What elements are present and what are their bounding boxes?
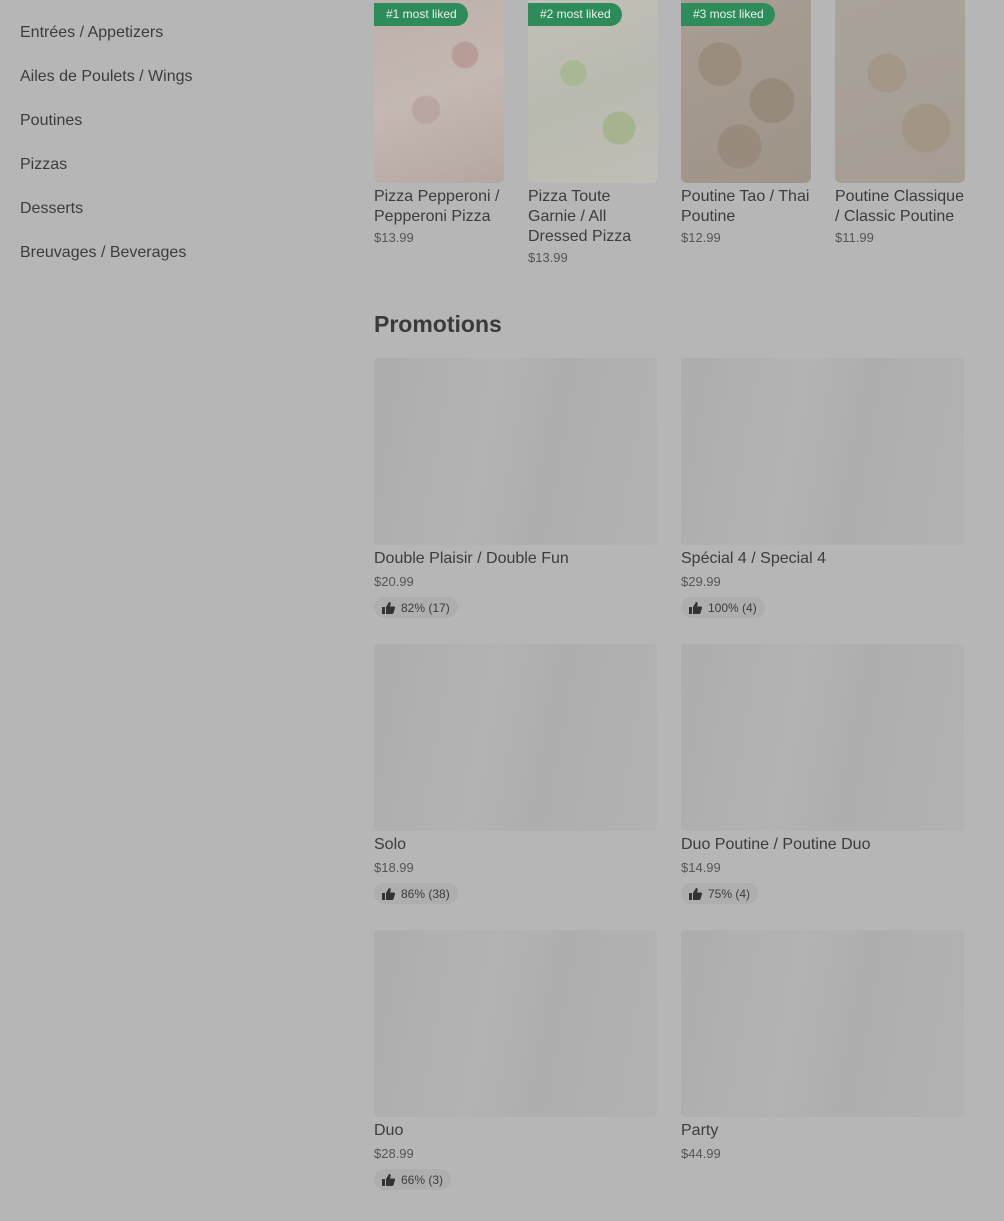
item-name: Poutine Tao / Thai Poutine <box>681 188 810 225</box>
promotions-heading: Promotions <box>374 311 502 337</box>
category-entrees[interactable]: Entrées / Appetizers <box>20 24 163 42</box>
item-price: $29.99 <box>681 574 721 589</box>
item-image: #2 most liked <box>528 0 658 183</box>
item-price: $11.99 <box>835 230 874 245</box>
rating-text: 66% (3) <box>401 1172 444 1187</box>
rating-badge: 66% (3) <box>374 1169 452 1190</box>
most-liked-badge: #1 most liked <box>374 3 468 26</box>
most-liked-item[interactable]: #3 most liked Poutine Tao / Thai Poutine… <box>681 0 811 245</box>
item-image <box>681 644 964 831</box>
item-image <box>374 358 657 545</box>
category-beverages[interactable]: Breuvages / Beverages <box>20 244 186 262</box>
item-image <box>681 930 964 1117</box>
thumbs-up-icon <box>382 1173 395 1186</box>
rating-text: 82% (17) <box>401 600 450 615</box>
item-price: $28.99 <box>374 1146 414 1161</box>
item-name: Spécial 4 / Special 4 <box>681 550 826 567</box>
item-price: $13.99 <box>528 250 568 265</box>
item-price: $18.99 <box>374 860 414 875</box>
item-image <box>681 358 964 545</box>
most-liked-item[interactable]: Poutine Classique / Classic Poutine $11.… <box>835 0 965 245</box>
rating-badge: 86% (38) <box>374 883 458 904</box>
item-price: $12.99 <box>681 230 721 245</box>
item-name: Pizza Toute Garnie / All Dressed Pizza <box>528 188 632 245</box>
item-price: $44.99 <box>681 1146 721 1161</box>
item-name: Poutine Classique / Classic Poutine <box>835 188 964 225</box>
category-pizzas[interactable]: Pizzas <box>20 156 67 174</box>
rating-badge: 100% (4) <box>681 597 765 618</box>
item-image: #1 most liked <box>374 0 504 183</box>
item-image <box>374 644 657 831</box>
category-poutines[interactable]: Poutines <box>20 112 82 130</box>
item-name: Party <box>681 1122 719 1139</box>
item-image <box>835 0 965 183</box>
thumbs-up-icon <box>689 887 702 900</box>
rating-text: 86% (38) <box>401 886 450 901</box>
item-price: $20.99 <box>374 574 414 589</box>
most-liked-item[interactable]: #2 most liked Pizza Toute Garnie / All D… <box>528 0 658 265</box>
category-desserts[interactable]: Desserts <box>20 200 83 218</box>
most-liked-badge: #3 most liked <box>681 3 775 26</box>
rating-badge: 82% (17) <box>374 597 458 618</box>
rating-text: 75% (4) <box>708 886 751 901</box>
promo-item-special-4[interactable]: Spécial 4 / Special 4 $29.99 100% (4) <box>681 358 964 619</box>
item-price: $14.99 <box>681 860 721 875</box>
promo-item-duo[interactable]: Duo $28.99 66% (3) <box>374 930 657 1191</box>
promo-item-double-fun[interactable]: Double Plaisir / Double Fun $20.99 82% (… <box>374 358 657 619</box>
item-name: Double Plaisir / Double Fun <box>374 550 569 567</box>
most-liked-item[interactable]: #1 most liked Pizza Pepperoni / Pepperon… <box>374 0 504 245</box>
item-name: Duo Poutine / Poutine Duo <box>681 836 871 853</box>
promo-item-poutine-duo[interactable]: Duo Poutine / Poutine Duo $14.99 75% (4) <box>681 644 964 905</box>
rating-text: 100% (4) <box>708 600 757 615</box>
item-image <box>374 930 657 1117</box>
thumbs-up-icon <box>382 601 395 614</box>
thumbs-up-icon <box>689 601 702 614</box>
promo-item-solo[interactable]: Solo $18.99 86% (38) <box>374 644 657 905</box>
thumbs-up-icon <box>382 887 395 900</box>
rating-badge: 75% (4) <box>681 883 759 904</box>
category-wings[interactable]: Ailes de Poulets / Wings <box>20 68 193 86</box>
item-name: Pizza Pepperoni / Pepperoni Pizza <box>374 188 500 225</box>
most-liked-badge: #2 most liked <box>528 3 622 26</box>
item-name: Duo <box>374 1122 404 1139</box>
item-name: Solo <box>374 836 407 853</box>
promo-item-party[interactable]: Party $44.99 <box>681 930 964 1161</box>
item-price: $13.99 <box>374 230 414 245</box>
item-image: #3 most liked <box>681 0 811 183</box>
